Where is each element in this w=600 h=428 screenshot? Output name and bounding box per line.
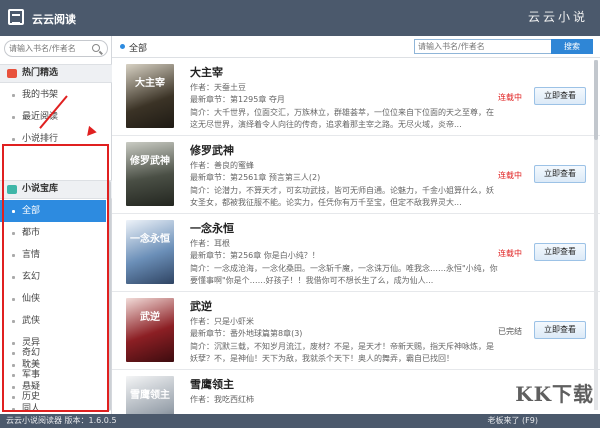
breadcrumb-dot-icon [120,44,125,49]
sidebar-item-label: 我的书架 [22,90,59,100]
hot-flame-icon [7,69,17,78]
book-cover[interactable]: 武逆 [126,298,174,362]
read-now-button[interactable]: 立即查看 [534,87,586,105]
book-item[interactable]: 修罗武神 修罗武神 作者：善良的蜜蜂 最新章节：第2561章 预言第三人(2) … [112,136,600,214]
breadcrumb: 全部 [129,44,148,54]
title-bar: 云云阅读 云云小说 [0,0,600,36]
book-author: 作者：耳根 [190,239,230,248]
section-hot-picks[interactable]: 热门精选 [0,64,112,83]
book-latest-chapter: 最新章节：第256章 你是白小纯？！ [190,251,320,260]
bullet-icon [12,94,15,97]
main-search-box[interactable] [414,39,552,54]
book-title[interactable]: 一念永恒 [190,220,234,236]
book-logo-icon [8,9,24,25]
read-now-button[interactable]: 立即查看 [534,243,586,261]
book-item[interactable]: 一念永恒 一念永恒 作者：耳根 最新章节：第256章 你是白小纯？！ 简介：一念… [112,214,600,292]
book-item[interactable]: 武逆 武逆 作者：只是小虾米 最新章节：番外地球篇第8章(3) 简介：沉默三载，… [112,292,600,370]
list-scrollbar[interactable] [594,60,598,410]
book-author: 作者：我吃西红柿 [190,395,254,404]
watermark-logo: KK下载 [515,382,594,406]
read-now-button[interactable]: 立即查看 [534,165,586,183]
book-intro: 简介：大千世界，位面交汇，万族林立，群雄荟萃，一位位来自下位面的天之至尊，在这无… [190,108,494,129]
book-cover[interactable]: 雪鹰领主 [126,376,174,414]
book-intro: 简介：一念成沧海，一念化桑田。一念斩千魔，一念诛万仙。唯我念……永恒"小纯，你要… [190,264,498,285]
book-latest-chapter: 最新章节：第2561章 预言第三人(2) [190,173,321,182]
book-cover[interactable]: 修罗武神 [126,142,174,206]
book-title[interactable]: 大主宰 [190,64,223,80]
cover-title: 一念永恒 [130,234,170,245]
sidebar-item-bookshelf[interactable]: 我的书架 [0,84,106,106]
sidebar-search-input[interactable] [9,42,89,55]
status-bar: 云云小说阅读器 版本：1.6.0.5 老板来了 (F9) [0,414,600,428]
book-title[interactable]: 武逆 [190,298,212,314]
book-author: 作者：天蚕土豆 [190,83,246,92]
brand-logo: 云云小说 [527,10,588,24]
cover-title: 武逆 [140,312,160,323]
book-item[interactable]: 大主宰 大主宰 作者：天蚕土豆 最新章节：第1295章 夺月 简介：大千世界，位… [112,58,600,136]
cover-title: 大主宰 [135,78,165,89]
book-title[interactable]: 修罗武神 [190,142,234,158]
version-text: 云云小说阅读器 版本：1.6.0.5 [6,416,117,425]
book-intro: 简介：论潜力，不算天才，可玄功武技，皆可无师自通。论魅力，千金小姐算什么，妖女圣… [190,186,494,207]
book-latest-chapter: 最新章节：番外地球篇第8章(3) [190,329,303,338]
cover-title: 修罗武神 [130,156,170,167]
book-intro: 简介：沉默三载，不知岁月流江，废材？不是，是天才！帝新天赐，指天斥神咏炼，是妖孽… [190,342,494,363]
bullet-icon [12,116,15,119]
sidebar-search[interactable] [4,40,108,57]
app-title: 云云阅读 [32,13,76,26]
search-button[interactable]: 搜索 [551,39,593,54]
book-author: 作者：善良的蜜蜂 [190,161,254,170]
read-now-button[interactable]: 立即查看 [534,321,586,339]
content-header: 全部 搜索 [112,36,600,58]
book-status: 连载中 [498,171,522,180]
bullet-icon [12,138,15,141]
search-icon[interactable] [92,44,100,52]
book-cover[interactable]: 一念永恒 [126,220,174,284]
section-hot-label: 热门精选 [22,68,59,78]
sidebar-item-label: 小说排行 [22,134,59,144]
book-status: 已完结 [498,327,522,336]
book-status: 连载中 [498,249,522,258]
book-status: 连载中 [498,93,522,102]
book-list: 大主宰 大主宰 作者：天蚕土豆 最新章节：第1295章 夺月 简介：大千世界，位… [112,58,600,414]
red-highlight-box [2,144,109,412]
book-latest-chapter: 最新章节：第1295章 夺月 [190,95,285,104]
book-cover[interactable]: 大主宰 [126,64,174,128]
boss-key-shortcut[interactable]: 老板来了 (F9) [488,414,538,428]
main-search-input[interactable] [415,40,547,53]
book-author: 作者：只是小虾米 [190,317,254,326]
book-title[interactable]: 雪鹰领主 [190,376,234,392]
cover-title: 雪鹰领主 [130,390,170,401]
